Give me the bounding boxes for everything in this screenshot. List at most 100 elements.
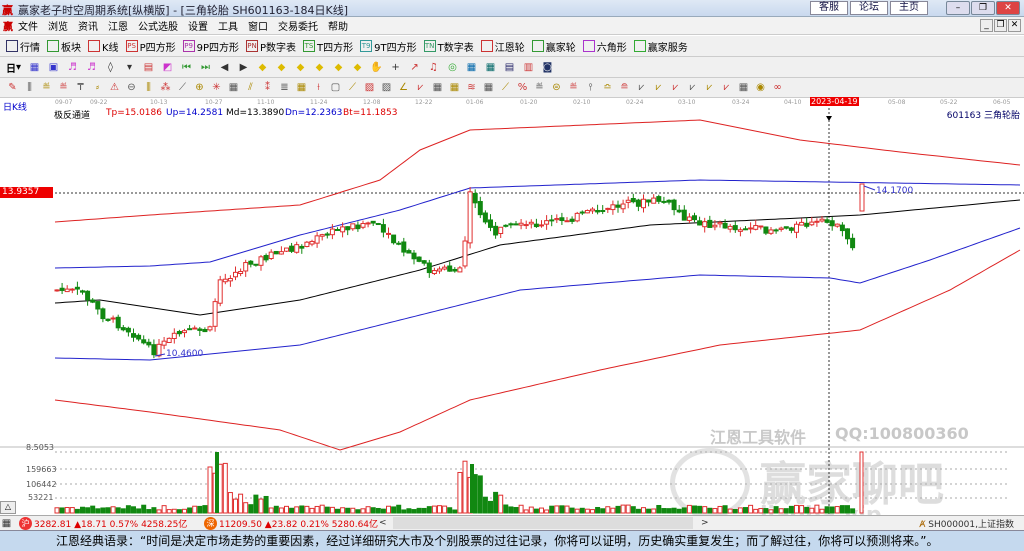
candle (641, 198, 646, 209)
volume-bar (215, 452, 219, 513)
volume-bar (763, 508, 769, 514)
volume-bar (727, 508, 733, 514)
candle (717, 221, 723, 225)
volume-bar (819, 508, 825, 514)
candle (166, 337, 172, 343)
volume-bar (824, 506, 830, 514)
volume-bar (182, 508, 187, 514)
scrollbar[interactable] (393, 517, 693, 529)
volume-bar (681, 507, 687, 514)
candle (69, 288, 75, 291)
candle (809, 221, 815, 226)
kline-chart[interactable] (0, 0, 1024, 515)
current-index[interactable]: Ⱥ SH000001,上证指数 (919, 517, 1024, 530)
candle (59, 287, 65, 291)
candle (676, 209, 682, 213)
volume-bar (248, 504, 254, 514)
candle (95, 301, 101, 310)
volume-bar (697, 505, 703, 514)
calculator-icon[interactable]: ▦ (0, 517, 13, 530)
volume-bar (95, 508, 101, 514)
candle (258, 256, 264, 266)
candle (90, 299, 96, 303)
volume-bar (360, 508, 366, 514)
candle (289, 245, 295, 252)
candle (125, 327, 131, 333)
candle (131, 333, 136, 338)
candle (335, 229, 340, 232)
volume-bar (503, 504, 509, 514)
candle (712, 224, 718, 228)
sh-market-icon: 沪 (19, 516, 32, 530)
volume-bar (651, 508, 657, 514)
candle (110, 317, 116, 320)
volume-bar (564, 505, 570, 514)
status-bar: ▦ 沪 3282.81 ▲18.71 0.57% 4258.25亿 深 1120… (0, 515, 1024, 530)
volume-bar (391, 506, 397, 514)
candle (564, 220, 570, 223)
vol-axis-label: 53221 (28, 493, 54, 502)
candle (411, 252, 417, 260)
volume-bar (692, 505, 697, 514)
volume-bar (192, 505, 198, 514)
candle (498, 226, 504, 235)
volume-bar (605, 506, 611, 514)
volume-bar (125, 505, 131, 514)
volume-bar (141, 504, 147, 514)
volume-bar (176, 509, 182, 514)
volume-bar (396, 504, 402, 514)
candle (238, 270, 244, 274)
volume-bar (90, 505, 96, 514)
candle (253, 263, 259, 266)
volume-bar (411, 509, 417, 514)
candle (783, 226, 789, 229)
volume-bar (574, 508, 580, 514)
scroll-left-button[interactable]: < (379, 518, 393, 528)
candle (345, 226, 351, 231)
candle (462, 240, 468, 267)
panel-toggle-button[interactable]: △ (0, 501, 16, 514)
candle (758, 225, 764, 228)
volume-bar (437, 505, 442, 514)
volume-bar (732, 509, 738, 514)
volume-bar (834, 506, 840, 514)
candle (839, 224, 845, 232)
volume-bar (309, 507, 315, 514)
scroll-right-button[interactable]: > (701, 518, 715, 528)
candle (187, 328, 193, 331)
volume-bar (569, 507, 575, 514)
candle (518, 222, 524, 226)
volume-bar (278, 507, 284, 514)
candle (600, 210, 606, 213)
volume-bar (370, 507, 376, 514)
candle (202, 328, 208, 333)
candle (513, 223, 519, 226)
candle (697, 220, 703, 226)
volume-bar (671, 507, 677, 514)
volume-bar (105, 507, 111, 514)
candle (161, 340, 167, 346)
candle (197, 328, 203, 331)
candle (248, 260, 254, 265)
volume-bar (712, 508, 718, 514)
candle (523, 224, 529, 227)
volume-bar (207, 466, 213, 514)
candle (651, 197, 657, 204)
candle (452, 268, 458, 272)
candle (284, 247, 289, 252)
volume-bar (442, 505, 448, 514)
volume-bar (258, 498, 264, 514)
volume-bar (350, 507, 356, 514)
volume-bar (584, 508, 590, 514)
volume-bar (590, 509, 595, 514)
candle (437, 268, 442, 272)
volume-bar (635, 508, 641, 514)
candle (273, 250, 279, 255)
candle (533, 223, 539, 228)
candle (141, 339, 147, 344)
candle (85, 290, 91, 301)
volume-bar (110, 506, 116, 514)
volume-bar (335, 508, 340, 514)
volume-bar (263, 495, 269, 514)
volume-bar (416, 507, 422, 514)
